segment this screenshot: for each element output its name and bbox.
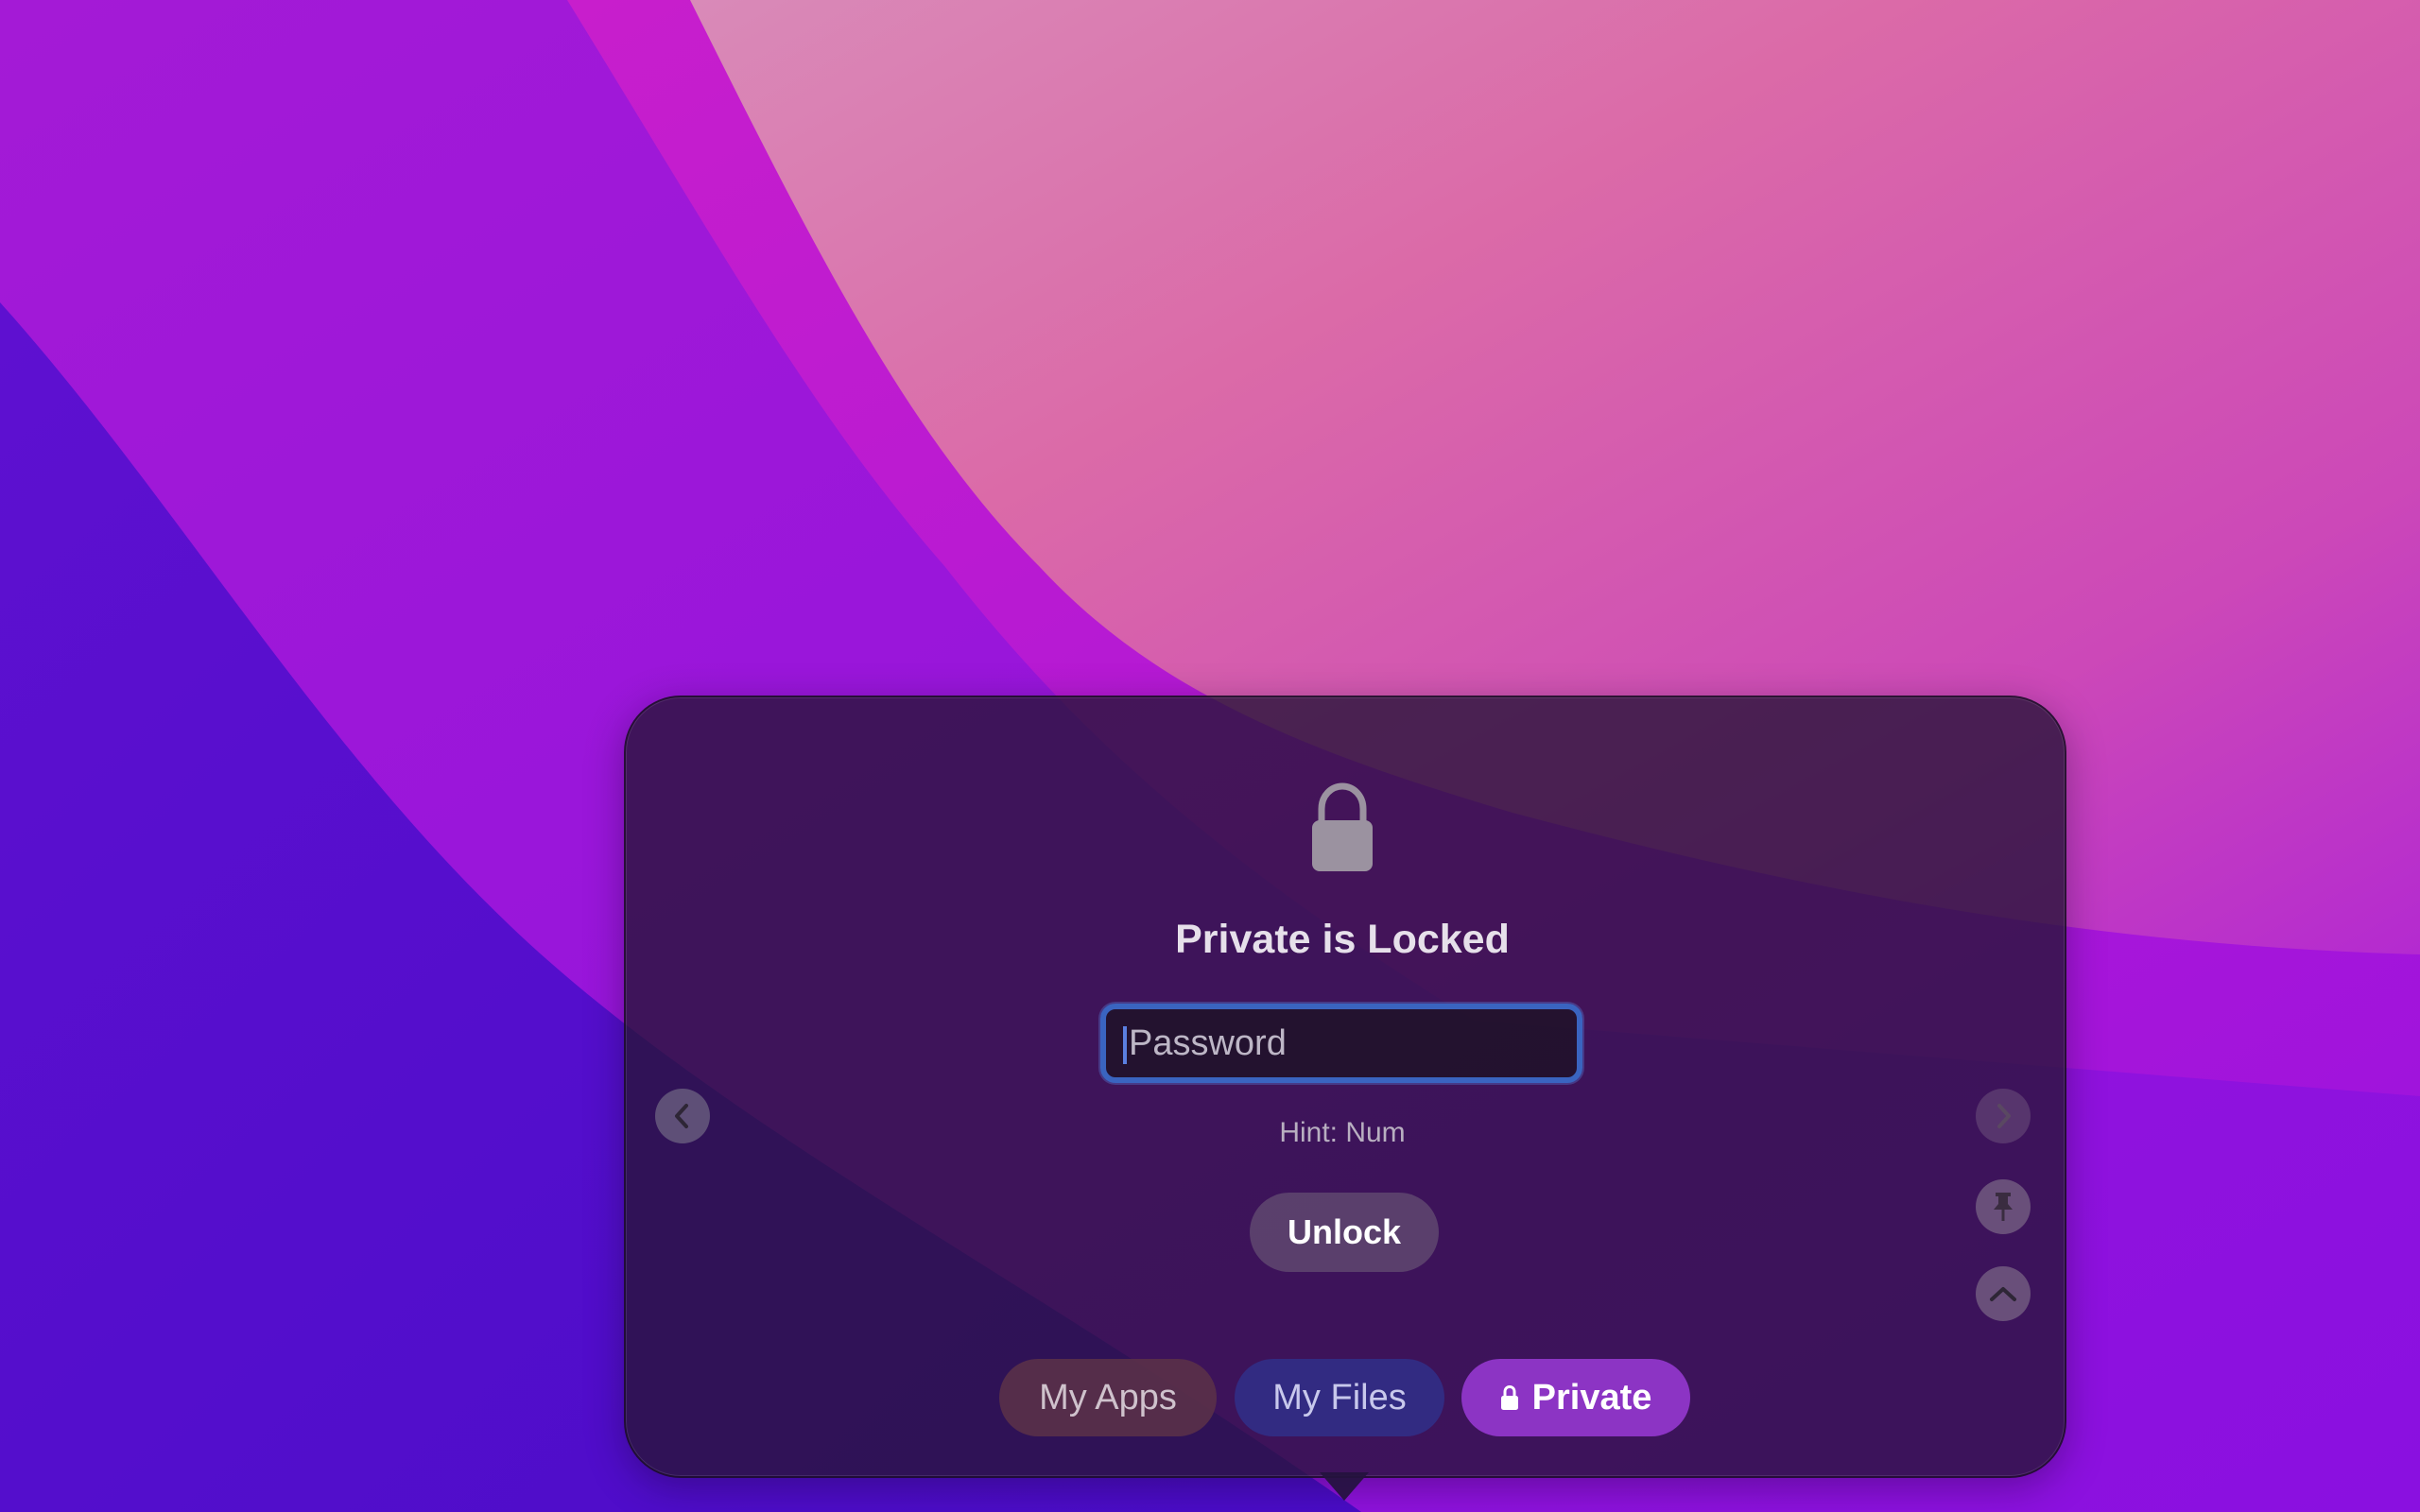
tab-label: Private (1531, 1377, 1652, 1418)
password-hint: Hint: Num (1279, 1117, 1406, 1148)
popover-arrow (1320, 1472, 1369, 1501)
next-page-button[interactable] (1976, 1089, 2031, 1143)
padlock-icon (1312, 782, 1373, 871)
chevron-left-icon (675, 1104, 688, 1128)
lock-icon (1500, 1384, 1518, 1410)
pin-icon (1994, 1193, 2013, 1221)
text-caret (1123, 1026, 1127, 1064)
tab-private[interactable]: Private (1461, 1359, 1690, 1436)
chevron-right-icon (1997, 1104, 2011, 1128)
password-field[interactable] (1100, 1004, 1582, 1083)
previous-page-button[interactable] (655, 1089, 710, 1143)
tab-label: My Apps (1039, 1377, 1177, 1418)
tab-label: My Files (1272, 1377, 1407, 1418)
pin-button[interactable] (1976, 1179, 2031, 1234)
tab-my-files[interactable]: My Files (1235, 1359, 1444, 1436)
unlock-button[interactable]: Unlock (1250, 1193, 1439, 1272)
lock-title: Private is Locked (1175, 917, 1510, 962)
password-input[interactable] (1106, 1009, 1577, 1077)
tab-my-apps[interactable]: My Apps (999, 1359, 1217, 1436)
desktop: Private is Locked Hint: Num Unlock My Ap… (0, 0, 2420, 1512)
chevron-up-icon (1990, 1287, 2016, 1301)
collapse-button[interactable] (1976, 1266, 2031, 1321)
